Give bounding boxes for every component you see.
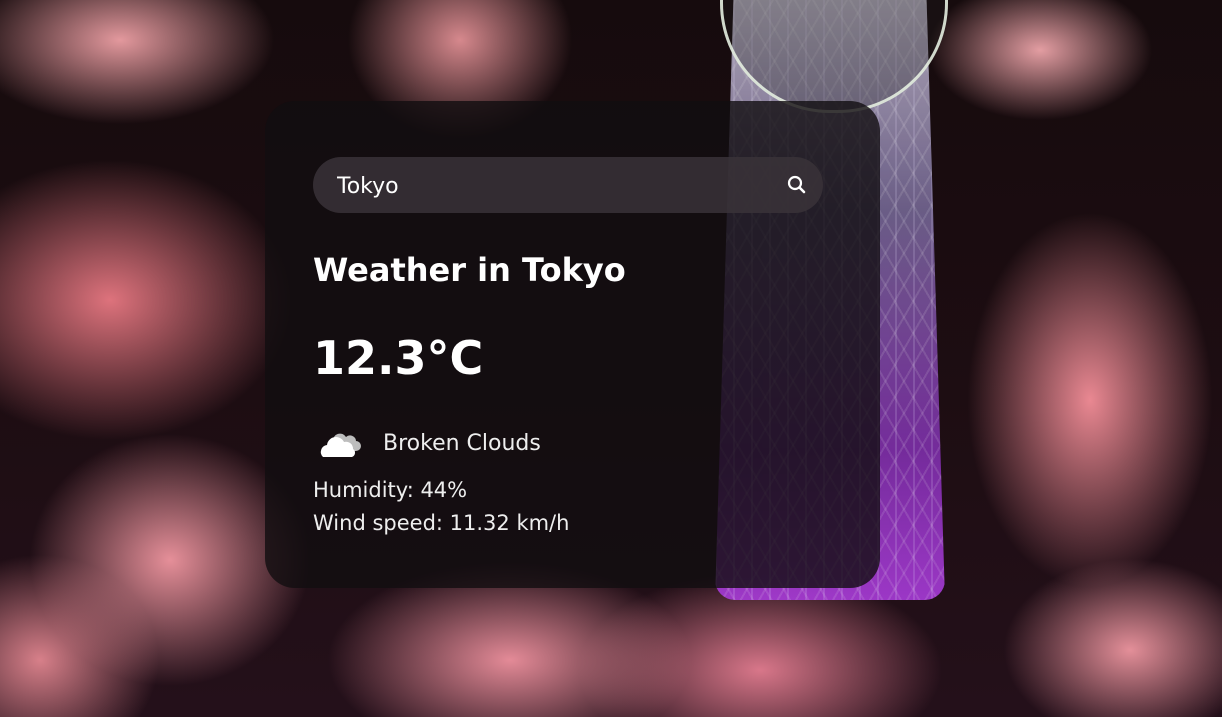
search-bar [313, 157, 823, 213]
temperature: 12.3°C [313, 331, 484, 385]
broken-clouds-icon [320, 433, 361, 457]
search-button[interactable] [783, 171, 811, 199]
search-icon [787, 175, 806, 194]
city-search-input[interactable] [335, 167, 759, 205]
weather-card: Weather in Tokyo 12.3°C Broken Clouds Hu… [265, 101, 880, 588]
weather-title: Weather in Tokyo [313, 251, 626, 289]
condition-description: Broken Clouds [383, 430, 541, 456]
condition-row: Broken Clouds [317, 423, 541, 463]
humidity-text: Humidity: 44% [313, 478, 468, 502]
wind-speed-text: Wind speed: 11.32 km/h [313, 511, 570, 535]
